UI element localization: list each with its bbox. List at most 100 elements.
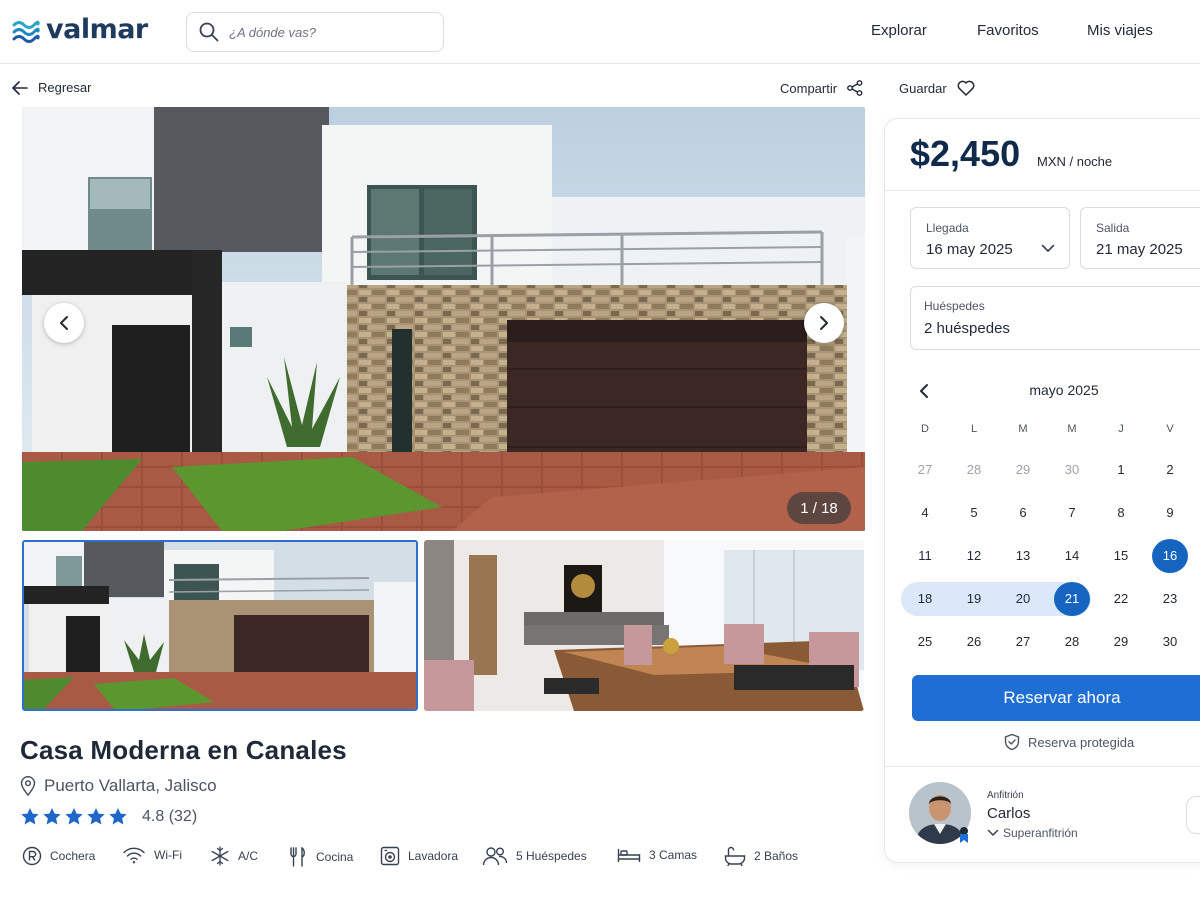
calendar-day[interactable]: 21 xyxy=(1054,582,1090,616)
listing-location: Puerto Vallarta, Jalisco xyxy=(20,776,217,796)
thumbnail-exterior[interactable] xyxy=(22,540,418,711)
calendar-day[interactable]: 15 xyxy=(1103,539,1139,573)
calendar-day[interactable]: 28 xyxy=(1054,625,1090,659)
calendar-day[interactable]: 14 xyxy=(1054,539,1090,573)
chevron-right-icon xyxy=(820,316,828,330)
calendar-day[interactable]: 26 xyxy=(956,625,992,659)
price-amount: $2,450 xyxy=(910,133,1021,174)
checkin-value: 16 may 2025 xyxy=(926,241,1013,258)
calendar-day[interactable]: 5 xyxy=(956,496,992,530)
wifi-icon xyxy=(123,847,145,864)
heart-icon xyxy=(957,80,975,96)
amenity-label: Cochera xyxy=(50,849,96,863)
calendar-day[interactable]: 18 xyxy=(907,582,943,616)
calendar-day[interactable]: 23 xyxy=(1152,582,1188,616)
calendar-day[interactable]: 27 xyxy=(1005,625,1041,659)
host-badge: Superanfitrión xyxy=(987,826,1078,840)
checkout-field[interactable] xyxy=(1080,207,1200,269)
chevron-left-icon xyxy=(60,316,68,330)
amenity-item: A/C xyxy=(210,846,258,866)
calendar-day[interactable]: 11 xyxy=(907,539,943,573)
amenity-label: 3 Camas xyxy=(649,848,698,862)
calendar-day[interactable]: 30 xyxy=(1152,625,1188,659)
guests-value: 2 huéspedes xyxy=(924,320,1010,337)
amenity-item: Cochera xyxy=(22,846,95,866)
checkin-label: Llegada xyxy=(926,221,969,235)
share-label: Compartir xyxy=(780,80,838,96)
star-icon xyxy=(43,808,61,825)
washer-icon xyxy=(380,846,400,866)
calendar-day[interactable]: 27 xyxy=(907,453,943,487)
nav-mis-viajes[interactable]: Mis viajes xyxy=(1087,22,1153,39)
amenity-label: 2 Baños xyxy=(754,849,799,863)
calendar-day[interactable]: 8 xyxy=(1103,496,1139,530)
calendar-weekday: J xyxy=(1118,423,1124,435)
snowflake-icon xyxy=(211,846,229,866)
prev-photo-button[interactable] xyxy=(44,303,84,343)
guests-field[interactable] xyxy=(910,286,1200,350)
arrow-left-icon xyxy=(12,80,28,95)
calendar-day[interactable]: 25 xyxy=(907,625,943,659)
amenity-item: Cocina xyxy=(288,846,353,868)
back-link[interactable]: Regresar xyxy=(12,80,91,95)
search-icon xyxy=(199,22,219,42)
wave-logo-icon xyxy=(12,20,40,43)
star-icon xyxy=(65,808,83,825)
listing-title: Casa Moderna en Canales xyxy=(20,735,347,765)
amenity-label: Wi-Fi xyxy=(154,848,182,862)
calendar-day[interactable]: 9 xyxy=(1152,496,1188,530)
calendar-day[interactable]: 22 xyxy=(1103,582,1139,616)
calendar-day[interactable]: 30 xyxy=(1054,453,1090,487)
thumbnail-interior-image xyxy=(424,540,864,711)
next-photo-button[interactable] xyxy=(804,303,844,343)
amenity-label: Lavadora xyxy=(408,849,459,863)
message-host-button[interactable] xyxy=(1186,796,1200,834)
checkin-field[interactable] xyxy=(910,207,1070,269)
search-bar[interactable] xyxy=(186,12,444,52)
share-icon xyxy=(847,80,863,96)
calendar-day[interactable]: 29 xyxy=(1103,625,1139,659)
calendar-day[interactable]: 12 xyxy=(956,539,992,573)
calendar-day[interactable]: 16 xyxy=(1152,539,1188,573)
book-now-button[interactable]: Reservar ahora xyxy=(912,675,1200,721)
calendar-day[interactable]: 4 xyxy=(907,496,943,530)
amenity-label: A/C xyxy=(238,849,259,863)
location-text: Puerto Vallarta, Jalisco xyxy=(44,776,217,795)
host-name: Carlos xyxy=(987,805,1031,822)
calendar-day[interactable]: 7 xyxy=(1054,496,1090,530)
amenity-label: 5 Huéspedes xyxy=(516,849,587,863)
calendar-day[interactable]: 28 xyxy=(956,453,992,487)
calendar-day[interactable]: 20 xyxy=(1005,582,1041,616)
protected-label: Reserva protegida xyxy=(1028,734,1135,750)
listing-rating[interactable]: 4.8 (32) xyxy=(20,807,197,826)
amenity-item: 5 Huéspedes xyxy=(482,846,587,866)
brand-logo[interactable]: valmar xyxy=(12,14,148,45)
calendar-month: mayo 2025 xyxy=(1029,382,1099,398)
host-label: Anfitrión xyxy=(987,790,1024,801)
calendar-day[interactable]: 13 xyxy=(1005,539,1041,573)
thumbnail-exterior-image xyxy=(24,542,416,709)
nav-explorar[interactable]: Explorar xyxy=(871,22,927,39)
calendar-day[interactable]: 1 xyxy=(1103,453,1139,487)
nav-favoritos[interactable]: Favoritos xyxy=(977,22,1039,39)
main-photo[interactable] xyxy=(22,107,865,531)
calendar-prev-month-icon[interactable] xyxy=(918,383,930,399)
share-button[interactable]: Compartir xyxy=(780,80,863,96)
star-icon xyxy=(87,808,105,825)
calendar-weekday: M xyxy=(1018,423,1028,435)
brand-name: valmar xyxy=(46,14,148,45)
calendar-day[interactable]: 29 xyxy=(1005,453,1041,487)
calendar-weekday: M xyxy=(1067,423,1077,435)
save-button[interactable]: Guardar xyxy=(899,80,975,96)
calendar-day[interactable]: 6 xyxy=(1005,496,1041,530)
thumbnail-interior[interactable] xyxy=(424,540,864,711)
calendar-day[interactable]: 2 xyxy=(1152,453,1188,487)
host-badge-label: Superanfitrión xyxy=(1003,826,1078,840)
calendar-day[interactable]: 19 xyxy=(956,582,992,616)
shield-check-icon xyxy=(1004,733,1020,751)
parking-icon xyxy=(22,846,42,866)
divider xyxy=(885,766,1200,767)
photo-counter: 1 / 18 xyxy=(787,492,851,524)
search-input[interactable] xyxy=(229,24,419,40)
amenity-item: Wi-Fi xyxy=(122,846,182,864)
